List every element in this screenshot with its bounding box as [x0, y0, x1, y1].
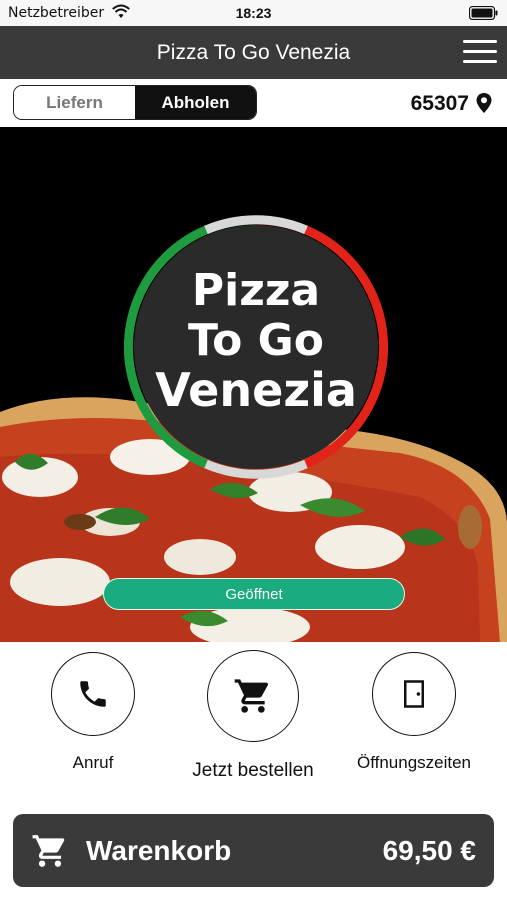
opening-hours-action[interactable]: Öffnungszeiten	[349, 652, 479, 773]
hamburger-menu-icon[interactable]	[463, 38, 497, 66]
cart-total: 69,50 €	[382, 835, 476, 866]
order-now-label: Jetzt bestellen	[192, 760, 314, 781]
cart-label: Warenkorb	[86, 835, 232, 866]
cart-bar[interactable]: Warenkorb 69,50 €	[13, 814, 494, 887]
call-label: Anruf	[72, 753, 114, 772]
battery-icon	[469, 6, 498, 20]
hero-banner: Pizza To Go Venezia Geöffnet	[0, 127, 507, 642]
phone-icon	[80, 681, 106, 707]
delivery-option[interactable]: Liefern	[14, 86, 135, 119]
call-button[interactable]	[51, 652, 135, 736]
status-bar: Netzbetreiber 18:23	[0, 0, 507, 26]
restaurant-logo: Pizza To Go Venezia	[123, 215, 389, 479]
open-status-button[interactable]: Geöffnet	[103, 578, 405, 610]
logo-text-line2: To Go	[187, 315, 325, 366]
zip-code[interactable]: 65307	[411, 92, 469, 116]
order-now-button[interactable]	[207, 650, 299, 742]
location-pin-icon[interactable]	[475, 92, 493, 114]
cart-icon	[234, 679, 268, 713]
opening-hours-label: Öffnungszeiten	[356, 753, 472, 772]
page-title: Pizza To Go Venezia	[156, 41, 351, 64]
logo-text-line3: Venezia	[155, 363, 357, 417]
opening-hours-button[interactable]	[372, 652, 456, 736]
order-now-action[interactable]: Jetzt bestellen	[188, 650, 318, 782]
order-mode-bar: Liefern Abholen 65307	[0, 79, 507, 127]
clock: 18:23	[235, 5, 272, 21]
cart-icon	[32, 835, 65, 867]
delivery-mode-toggle: Liefern Abholen	[13, 85, 257, 120]
door-icon	[404, 680, 424, 708]
logo-text-line1: Pizza	[191, 265, 321, 316]
call-action[interactable]: Anruf	[28, 652, 158, 773]
app-header: Pizza To Go Venezia	[0, 26, 507, 79]
pickup-option[interactable]: Abholen	[135, 86, 256, 119]
